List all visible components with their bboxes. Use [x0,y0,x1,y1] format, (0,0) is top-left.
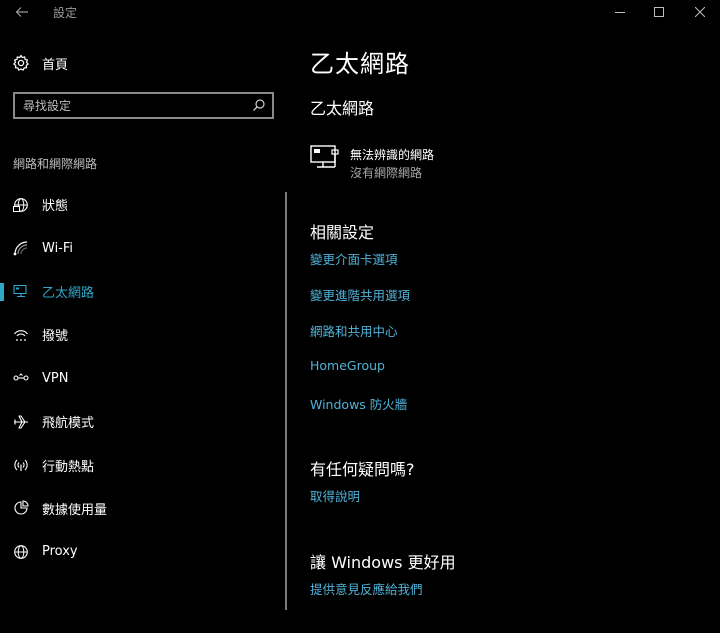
sidebar-item-label: 飛航模式 [42,416,95,432]
sidebar-item-label: 狀態 [42,199,69,215]
sidebar-item-proxy[interactable]: Proxy [0,530,285,573]
selection-indicator [0,239,4,257]
change-advanced-sharing-link[interactable]: 變更進階共用選項 [310,285,410,304]
sidebar-nav: 狀態 Wi-Fi 乙太網路 撥號 VPN 飛航模式 行動熱點 數據使用量 Pro… [0,183,285,574]
title-bar: 設定 [0,0,720,24]
sidebar-item-wifi[interactable]: Wi-Fi [0,226,285,269]
wifi-icon [13,241,28,256]
sidebar-item-label: Proxy [42,544,78,560]
search-icon[interactable] [252,98,266,112]
sidebar-item-label: 行動熱點 [42,459,95,475]
close-icon [695,7,705,17]
back-button[interactable] [12,2,32,22]
sidebar-item-vpn[interactable]: VPN [0,357,285,400]
selection-indicator [0,326,4,344]
window-title: 設定 [53,6,78,20]
vpn-icon [13,373,29,381]
data-usage-icon [14,500,29,515]
arrow-left-icon [15,7,28,17]
search-box[interactable] [13,92,274,119]
selection-indicator [0,196,4,214]
network-status-item[interactable]: 無法辨識的網路 沒有網際網路 [310,144,610,184]
give-feedback-link[interactable]: 提供意見反應給我們 [310,579,423,598]
selection-indicator [0,456,4,474]
feedback-heading: 讓 Windows 更好用 [310,553,456,572]
selection-indicator [0,370,4,388]
sidebar-item-label: 乙太網路 [42,285,95,301]
sidebar-item-label: VPN [42,370,69,386]
search-input[interactable] [15,94,245,117]
pane-scrollbar[interactable] [285,192,287,610]
selection-indicator [0,413,4,431]
network-name: 無法辨識的網路 [350,148,435,162]
minimize-icon [615,12,625,13]
page-title: 乙太網路 [310,50,410,78]
homegroup-link[interactable]: HomeGroup [310,358,385,373]
selection-indicator [0,543,4,561]
network-status-text: 沒有網際網路 [350,166,423,180]
ethernet-network-icon [310,145,339,168]
questions-heading: 有任何疑問嗎? [310,460,415,479]
section-subtitle: 乙太網路 [310,99,375,118]
selection-indicator [0,500,4,518]
globe-status-icon [13,197,28,212]
close-button[interactable] [680,0,720,24]
change-adapter-options-link[interactable]: 變更介面卡選項 [310,249,398,268]
maximize-button[interactable] [639,0,679,24]
gear-icon [13,54,29,71]
minimize-button[interactable] [600,0,640,24]
sidebar-item-ethernet[interactable]: 乙太網路 [0,270,285,313]
home-nav-item[interactable]: 首頁 [12,53,68,73]
ethernet-icon [13,285,27,298]
hotspot-icon [14,459,28,472]
globe-icon [14,544,28,559]
dialup-icon [14,330,28,341]
sidebar-item-label: 撥號 [42,329,69,345]
sidebar-section-label: 網路和網際網路 [13,157,98,171]
network-sharing-center-link[interactable]: 網路和共用中心 [310,321,398,340]
sidebar-item-label: 數據使用量 [42,502,108,518]
related-settings-heading: 相關設定 [310,223,375,242]
selection-indicator [0,282,4,301]
get-help-link[interactable]: 取得說明 [310,486,360,505]
maximize-icon [654,7,664,17]
sidebar-item-label: Wi-Fi [42,240,74,256]
sidebar-item-airplane-mode[interactable]: 飛航模式 [0,400,285,443]
sidebar-item-data-usage[interactable]: 數據使用量 [0,487,285,530]
sidebar-item-mobile-hotspot[interactable]: 行動熱點 [0,443,285,486]
windows-firewall-link[interactable]: Windows 防火牆 [310,394,407,413]
sidebar-item-status[interactable]: 狀態 [0,183,285,226]
sidebar-item-dialup[interactable]: 撥號 [0,313,285,356]
home-label: 首頁 [42,57,69,73]
airplane-icon [14,415,28,429]
